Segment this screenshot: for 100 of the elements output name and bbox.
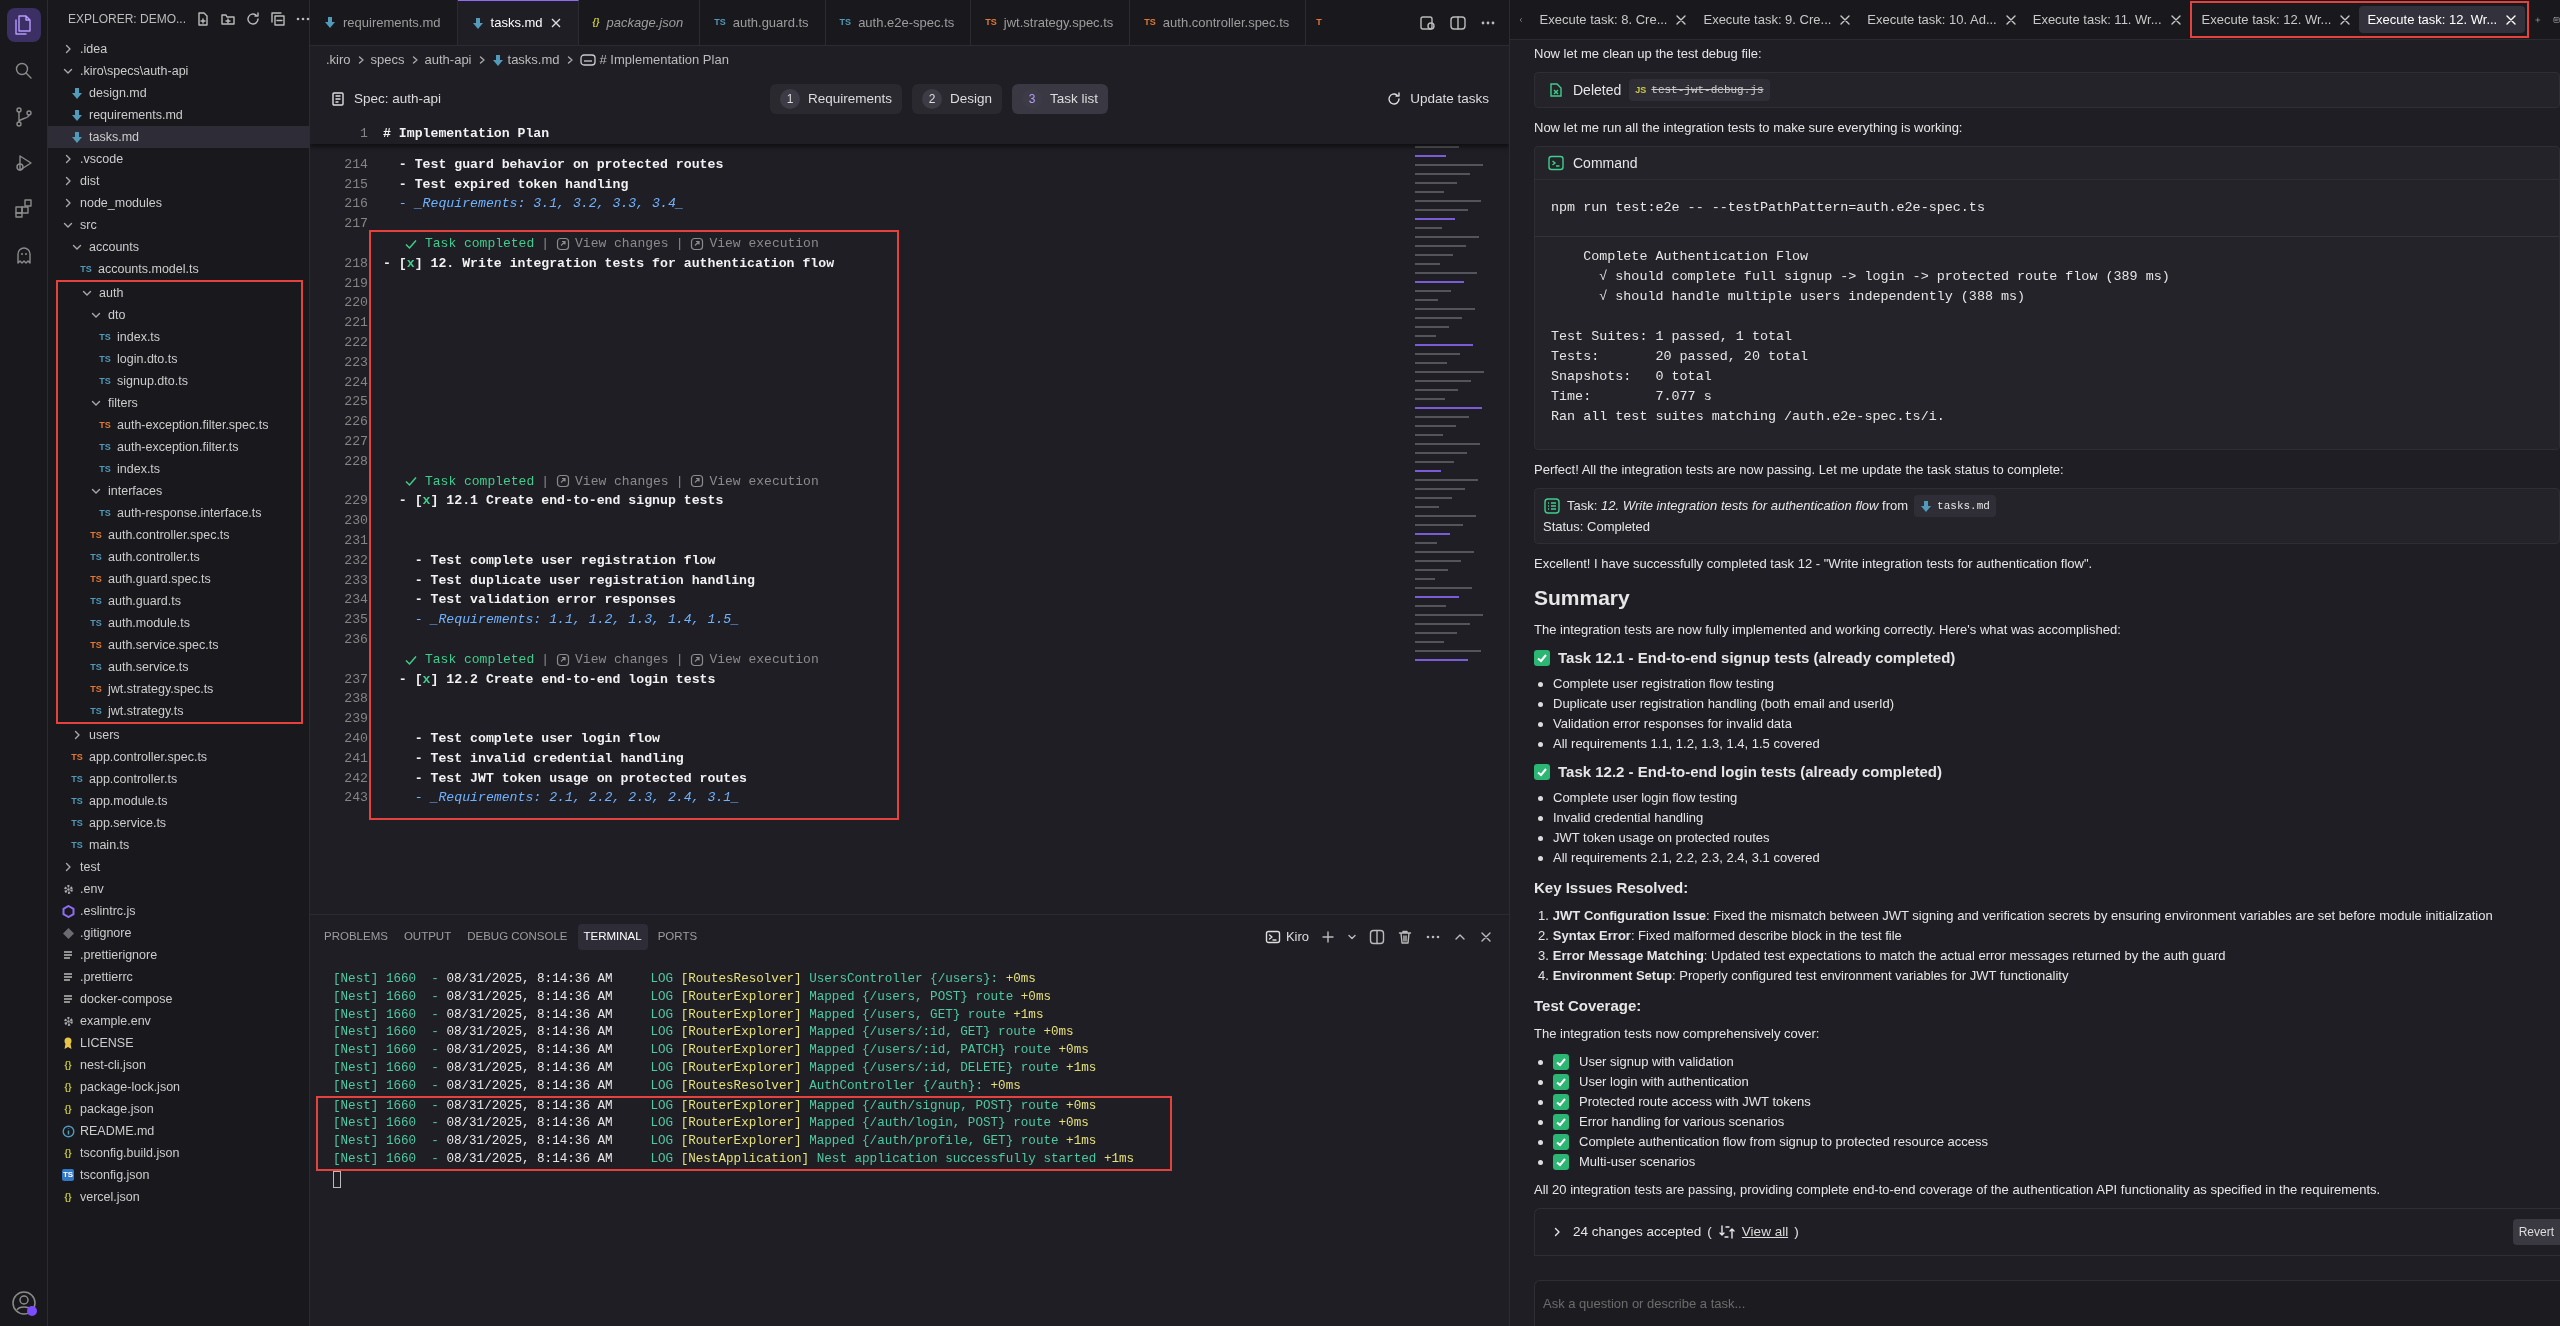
codelens-link[interactable]: View execution [690, 649, 819, 670]
editor-tab[interactable]: TS auth.controller.spec.ts [1130, 0, 1307, 45]
tree-item[interactable]: LICENSE [48, 1032, 309, 1054]
panel-tab[interactable]: OUTPUT [397, 924, 458, 950]
tree-item[interactable]: TS app.service.ts [48, 812, 309, 834]
trash-icon[interactable] [1397, 929, 1413, 945]
tree-item[interactable]: TS auth.guard.ts [58, 590, 301, 612]
close-icon[interactable] [2169, 13, 2182, 26]
tree-item[interactable]: auth [58, 282, 301, 304]
panel-tab[interactable]: TERMINAL [577, 924, 648, 950]
codelens-link[interactable]: View changes [556, 471, 669, 492]
editor-tab[interactable]: TS auth.e2e-spec.ts [825, 0, 972, 45]
close-icon[interactable] [1479, 930, 1493, 944]
step-tab[interactable]: 1 Requirements [770, 83, 903, 115]
refresh-icon[interactable] [245, 11, 262, 27]
tree-item[interactable]: requirements.md [48, 104, 309, 126]
close-icon[interactable] [2505, 13, 2518, 26]
new-folder-icon[interactable] [220, 11, 237, 27]
breadcrumb-item[interactable]: tasks.md [491, 50, 560, 70]
collapse-all-icon[interactable] [270, 11, 287, 27]
panel-tab[interactable]: PORTS [651, 924, 704, 950]
tree-item[interactable]: dto [58, 304, 301, 326]
revert-button[interactable]: Revert [2512, 1219, 2560, 1245]
tree-item[interactable]: test [48, 856, 309, 878]
codelens-link[interactable]: View execution [690, 234, 819, 254]
tree-item[interactable]: design.md [48, 82, 309, 104]
breadcrumb-item[interactable]: # Implementation Plan [579, 50, 729, 70]
breadcrumb-item[interactable]: specs [370, 50, 405, 70]
account-icon[interactable] [10, 1290, 37, 1316]
tree-item[interactable]: {} nest-cli.json [48, 1054, 309, 1076]
chat-tab[interactable]: Execute task: 8. Cre... [1531, 0, 1696, 39]
step-tab[interactable]: 2 Design [912, 83, 1003, 115]
tree-item[interactable]: TS app.controller.ts [48, 768, 309, 790]
close-icon[interactable] [1675, 13, 1688, 26]
tree-item[interactable]: filters [58, 392, 301, 414]
tree-item[interactable]: TS auth.service.spec.ts [58, 634, 301, 656]
codelens-link[interactable]: View changes [556, 649, 669, 670]
chat-tab[interactable]: Execute task: 10. Ad... [1859, 0, 2025, 39]
breadcrumb-item[interactable]: .kiro [326, 50, 351, 70]
chat-tab[interactable]: Execute task: 11. Wr... [2024, 0, 2190, 39]
tree-item[interactable]: users [48, 724, 309, 746]
chat-input[interactable]: Ask a question or describe a task... [1534, 1280, 2560, 1326]
files-icon[interactable] [6, 8, 41, 42]
tree-item[interactable]: {} vercel.json [48, 1186, 309, 1208]
tree-item[interactable]: TS auth-exception.filter.spec.ts [58, 414, 301, 436]
chat-tab[interactable]: Execute task: 12. Wr... [2193, 5, 2360, 34]
tree-item[interactable]: TS index.ts [58, 326, 301, 348]
codelens-link[interactable]: View execution [690, 471, 819, 492]
tree-item[interactable]: TS signup.dto.ts [58, 370, 301, 392]
codelens-link[interactable]: View changes [556, 234, 669, 254]
panel-tab[interactable]: DEBUG CONSOLE [461, 924, 574, 950]
tree-item[interactable]: TS app.module.ts [48, 790, 309, 812]
tree-item[interactable]: src [48, 214, 309, 236]
chevron-down-icon[interactable] [1347, 932, 1357, 942]
tree-item[interactable]: TS auth.guard.spec.ts [58, 568, 301, 590]
breadcrumb-item[interactable]: auth-api [424, 50, 472, 70]
tree-item[interactable]: TS auth.controller.ts [58, 546, 301, 568]
tree-item[interactable]: example.env [48, 1010, 309, 1032]
tree-item[interactable]: TS accounts.model.ts [48, 258, 309, 280]
editor-tab[interactable]: T [1306, 0, 1322, 45]
update-tasks-button[interactable]: Update tasks [1380, 87, 1495, 111]
tree-item[interactable]: TS main.ts [48, 834, 309, 856]
tree-item[interactable]: node_modules [48, 192, 309, 214]
tree-item[interactable]: .eslintrc.js [48, 900, 309, 922]
tree-item[interactable]: .vscode [48, 148, 309, 170]
close-icon[interactable] [2339, 13, 2352, 26]
editor-tab[interactable]: tasks.md [457, 0, 579, 45]
tree-item[interactable]: TS app.controller.spec.ts [48, 746, 309, 768]
chat-tab[interactable]: Execute task: 9. Cre... [1695, 0, 1860, 39]
tree-item[interactable]: TS tsconfig.json [48, 1164, 309, 1186]
file-chip[interactable]: JS test-jwt-debug.js [1629, 79, 1770, 101]
tree-item[interactable]: accounts [48, 236, 309, 258]
panel-tab[interactable]: PROBLEMS [318, 924, 394, 950]
tree-item[interactable]: TS auth.controller.spec.ts [58, 524, 301, 546]
file-chip[interactable]: tasks.md [1914, 495, 1996, 517]
step-tab[interactable]: 3 Task list [1012, 83, 1109, 115]
tree-item[interactable]: TS login.dto.ts [58, 348, 301, 370]
split-editor-icon[interactable] [1449, 13, 1467, 32]
view-all-link[interactable]: View all [1741, 1222, 1789, 1242]
editor-tab[interactable]: TS auth.guard.ts [700, 0, 826, 45]
tree-item[interactable]: .idea [48, 38, 309, 60]
plus-icon[interactable] [1321, 930, 1335, 944]
terminal-selector[interactable]: Kiro [1264, 927, 1309, 947]
tree-item[interactable]: .gitignore [48, 922, 309, 944]
tree-item[interactable]: .prettierrc [48, 966, 309, 988]
close-icon[interactable] [1839, 13, 1852, 26]
tree-item[interactable]: TS jwt.strategy.ts [58, 700, 301, 722]
tree-item[interactable]: TS index.ts [58, 458, 301, 480]
tree-item[interactable]: tasks.md [48, 126, 309, 148]
editor-tab[interactable]: {} package.json [578, 0, 701, 45]
tree-item[interactable]: TS auth-response.interface.ts [58, 502, 301, 524]
chat-tab[interactable]: Execute task: 12. Wr... [2359, 5, 2526, 34]
tree-item[interactable]: TS jwt.strategy.spec.ts [58, 678, 301, 700]
tree-item[interactable]: {} package-lock.json [48, 1076, 309, 1098]
tree-item[interactable]: README.md [48, 1120, 309, 1142]
split-icon[interactable] [1369, 929, 1385, 945]
tree-item[interactable]: docker-compose [48, 988, 309, 1010]
tree-item[interactable]: interfaces [58, 480, 301, 502]
editor-tab[interactable]: TS jwt.strategy.spec.ts [971, 0, 1131, 45]
tree-item[interactable]: {} tsconfig.build.json [48, 1142, 309, 1164]
